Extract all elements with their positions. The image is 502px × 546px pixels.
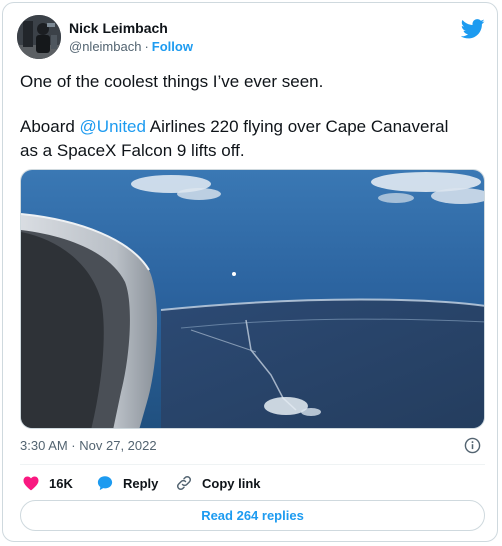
tweet-meta-row: 3:30 AM · Nov 27, 2022 bbox=[20, 436, 485, 456]
tweet-actions: 16K Reply Copy link bbox=[20, 473, 485, 493]
tweet-card: Nick Leimbach @nleimbach · Follow One of t… bbox=[2, 2, 498, 542]
info-icon[interactable] bbox=[464, 437, 481, 454]
read-replies-label: Read 264 replies bbox=[201, 508, 304, 523]
mention-link[interactable]: @United bbox=[80, 117, 146, 136]
follow-button[interactable]: Follow bbox=[152, 39, 193, 54]
avatar[interactable] bbox=[17, 15, 61, 59]
tweet-line-2: Aboard @United Airlines 220 flying over … bbox=[20, 115, 486, 139]
timestamp[interactable]: 3:30 AM · Nov 27, 2022 bbox=[20, 438, 157, 453]
reply-button[interactable]: Reply bbox=[96, 473, 158, 493]
author-handle-row: @nleimbach · Follow bbox=[69, 39, 193, 54]
link-icon bbox=[176, 475, 192, 491]
like-count: 16K bbox=[49, 475, 73, 491]
separator-dot: · bbox=[144, 39, 149, 54]
tweet-text-suffix: Airlines 220 flying over Cape Canaveral bbox=[145, 117, 449, 136]
heart-icon bbox=[23, 476, 39, 491]
reply-bubble-icon bbox=[97, 476, 113, 491]
read-replies-button[interactable]: Read 264 replies bbox=[20, 500, 485, 531]
author-handle[interactable]: @nleimbach bbox=[69, 39, 141, 54]
like-button[interactable]: 16K bbox=[22, 473, 73, 493]
divider bbox=[20, 464, 485, 465]
reply-label: Reply bbox=[123, 475, 159, 491]
tweet-media-video[interactable] bbox=[20, 169, 485, 429]
copy-link-label: Copy link bbox=[202, 475, 261, 491]
aerial-view-image bbox=[21, 170, 484, 428]
tweet-header: Nick Leimbach @nleimbach · Follow bbox=[17, 15, 487, 59]
tweet-line-3: as a SpaceX Falcon 9 lifts off. bbox=[20, 141, 245, 160]
copy-link-button[interactable]: Copy link bbox=[175, 473, 261, 493]
tweet-text-prefix: Aboard bbox=[20, 117, 80, 136]
avatar-photo bbox=[17, 15, 61, 59]
twitter-bird-icon[interactable] bbox=[461, 19, 485, 39]
author-name[interactable]: Nick Leimbach bbox=[69, 20, 168, 36]
tweet-body: One of the coolest things I’ve ever seen… bbox=[20, 70, 486, 163]
tweet-line-1: One of the coolest things I’ve ever seen… bbox=[20, 72, 324, 91]
